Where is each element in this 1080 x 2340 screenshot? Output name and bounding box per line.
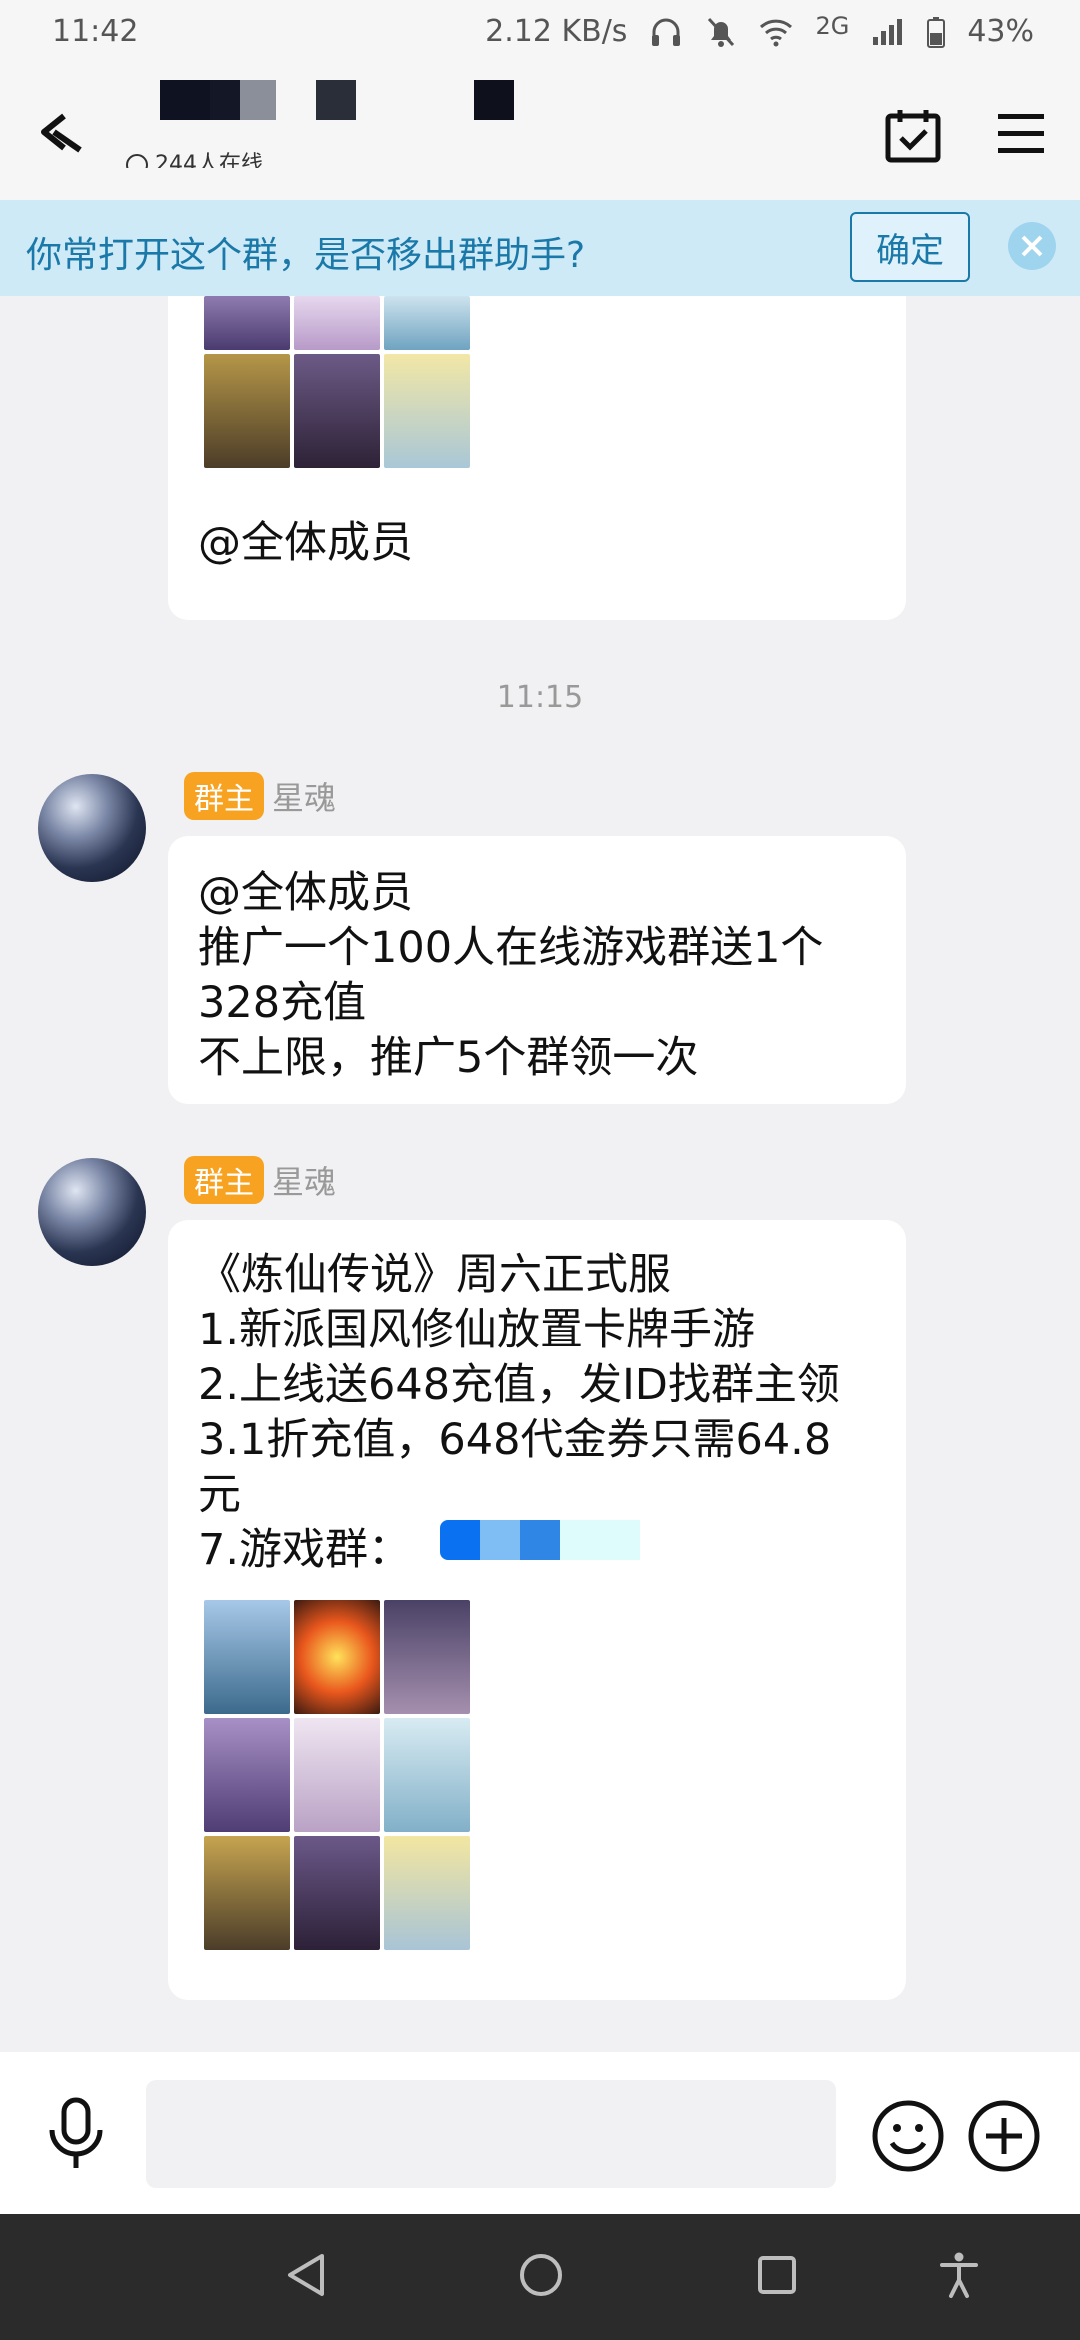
message-input[interactable]	[146, 2080, 836, 2188]
avatar[interactable]	[38, 1158, 146, 1266]
image-grid[interactable]	[204, 1600, 470, 1950]
owner-badge: 群主	[184, 772, 264, 820]
sender-line: 群主 星魂	[184, 772, 336, 820]
emoji-icon[interactable]	[870, 2098, 946, 2174]
status-bar: 11:42 2.12 KB/s 2G 43%	[0, 0, 1080, 66]
sender-name[interactable]: 星魂	[272, 773, 336, 819]
message-bubble[interactable]: @全体成员 推广一个100人在线游戏群送1个 328充值 不上限，推广5个群领一…	[168, 836, 906, 1104]
menu-icon[interactable]	[994, 108, 1050, 160]
timestamp: 11:15	[496, 680, 584, 715]
sender-line: 群主 星魂	[184, 1156, 336, 1204]
nav-home-icon[interactable]	[516, 2250, 566, 2300]
calendar-check-icon[interactable]	[884, 106, 942, 164]
group-helper-banner: 你常打开这个群，是否移出群助手? 确定	[0, 200, 1080, 296]
network-speed: 2.12 KB/s	[485, 14, 628, 49]
headphones-icon	[649, 15, 683, 49]
wifi-icon	[759, 17, 793, 47]
image-grid[interactable]	[204, 296, 470, 468]
owner-badge: 群主	[184, 1156, 264, 1204]
group-number-redacted	[440, 1520, 640, 1560]
input-bar	[0, 2052, 1080, 2214]
signal-icon	[871, 17, 905, 47]
message-text: @全体成员 推广一个100人在线游戏群送1个 328充值 不上限，推广5个群领一…	[198, 868, 824, 1083]
nav-recents-icon[interactable]	[752, 2250, 802, 2300]
sender-name[interactable]: 星魂	[272, 1157, 336, 1203]
status-icons: 2.12 KB/s 2G 43%	[485, 11, 1034, 50]
online-check-icon	[126, 154, 148, 168]
back-icon[interactable]	[40, 112, 86, 158]
status-time: 11:42	[52, 14, 139, 49]
confirm-button[interactable]: 确定	[850, 212, 970, 282]
online-count: 244人在线	[126, 146, 263, 168]
accessibility-icon[interactable]	[934, 2250, 984, 2300]
microphone-icon[interactable]	[46, 2096, 106, 2172]
battery-icon	[927, 16, 946, 48]
chat-header: 244人在线	[0, 66, 1080, 200]
plus-icon[interactable]	[966, 2098, 1042, 2174]
banner-text: 你常打开这个群，是否移出群助手?	[26, 235, 586, 276]
network-type: 2G	[815, 11, 850, 40]
avatar[interactable]	[38, 774, 146, 882]
mute-bell-icon	[705, 15, 737, 49]
message-bubble[interactable]: 《炼仙传说》周六正式服 1.新派国风修仙放置卡牌手游 2.上线送648充值，发I…	[168, 1220, 906, 2000]
battery-level: 43%	[967, 14, 1034, 49]
nav-back-icon[interactable]	[282, 2250, 332, 2300]
group-title-redacted[interactable]	[160, 80, 514, 124]
chat-screen: 11:42 2.12 KB/s 2G 43% 244人在线 @全体成员 11:1…	[0, 0, 1080, 2340]
system-nav-bar	[0, 2214, 1080, 2340]
message-text: @全体成员	[198, 518, 413, 568]
message-bubble[interactable]: @全体成员	[168, 296, 906, 620]
close-icon[interactable]	[1008, 222, 1056, 270]
